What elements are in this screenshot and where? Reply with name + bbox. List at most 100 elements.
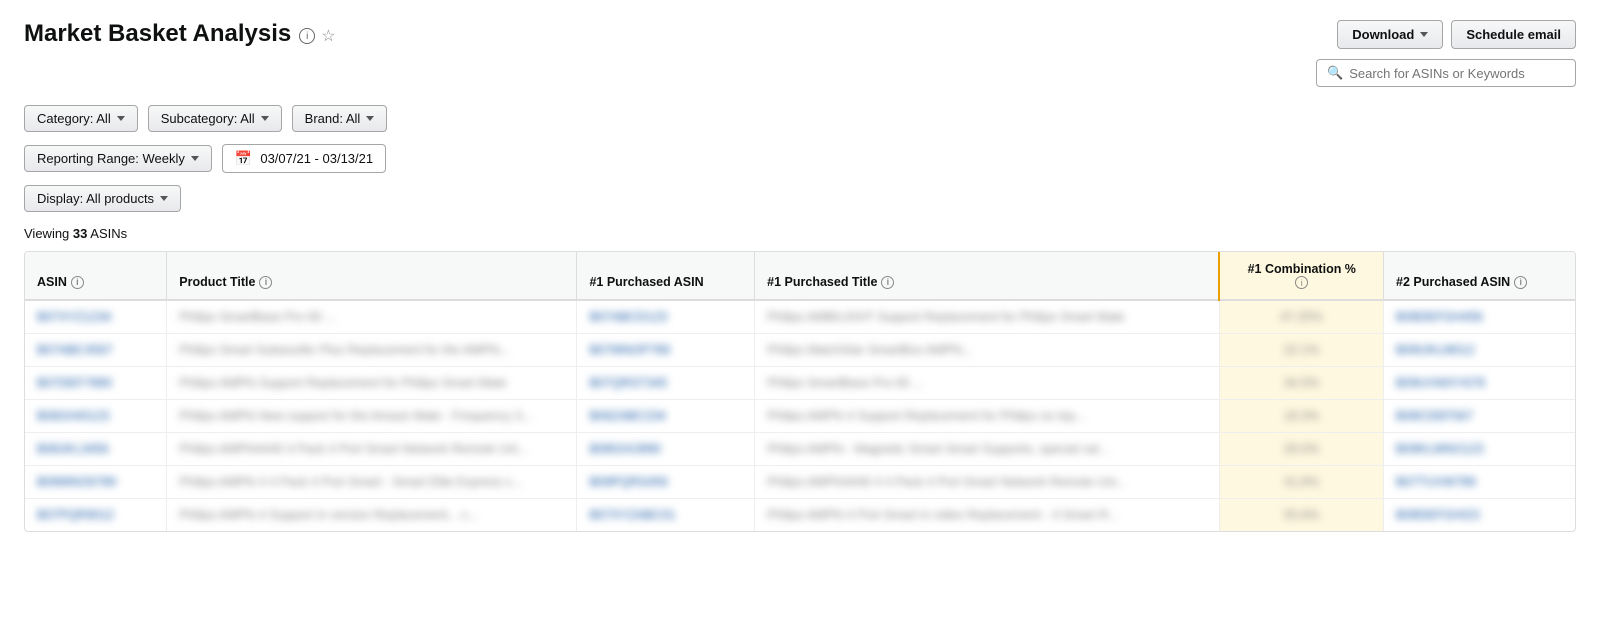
category-label: Category: All <box>37 111 111 126</box>
table-cell[interactable]: B08JKL3456 <box>25 433 167 466</box>
th-p1-combo-info-icon[interactable]: i <box>1295 276 1308 289</box>
subcategory-filter[interactable]: Subcategory: All <box>148 105 282 132</box>
th-p2-asin: #2 Purchased ASIN i <box>1384 252 1575 300</box>
table-cell: Philips AMPhi 4 Port Smart in video Repl… <box>755 499 1220 532</box>
info-icon[interactable]: i <box>299 28 315 44</box>
th-p1-title: #1 Purchased Title i <box>755 252 1220 300</box>
reporting-chevron-icon <box>191 156 199 161</box>
table-cell: Philips AMPhi4440 4 Pack 4 Port Smart Ne… <box>167 433 577 466</box>
display-filter[interactable]: Display: All products <box>24 185 181 212</box>
table-cell: Philips AMPhi New support for the Amaze … <box>167 400 577 433</box>
table-cell[interactable]: B07TUVW789 <box>1384 466 1575 499</box>
table-row: B08JKL3456Philips AMPhi4440 4 Pack 4 Por… <box>25 433 1575 466</box>
table-row: B07XYZ1234Philips SmartBase Pro 65 ...B0… <box>25 300 1575 334</box>
display-row: Display: All products <box>24 185 1576 212</box>
subcategory-chevron-icon <box>261 116 269 121</box>
table-row: B07DEF7890Philips AMPhi Support Replacem… <box>25 367 1575 400</box>
table-cell: Philips AMPhi 4 Support in version Repla… <box>167 499 577 532</box>
table-cell: Philips AMBILIGHT Support Replacement fo… <box>755 300 1220 334</box>
viewing-unit: ASINs <box>90 226 127 241</box>
page-title-area: Market Basket Analysis i ☆ <box>24 20 336 48</box>
th-asin-info-icon[interactable]: i <box>71 276 84 289</box>
search-icon: 🔍 <box>1327 65 1343 81</box>
page-title: Market Basket Analysis <box>24 20 291 48</box>
table-cell[interactable]: B07ABCD123 <box>577 300 755 334</box>
reporting-range-filter[interactable]: Reporting Range: Weekly <box>24 145 212 172</box>
display-label: Display: All products <box>37 191 154 206</box>
brand-chevron-icon <box>366 116 374 121</box>
header-actions: Download Schedule email 🔍 <box>1316 20 1576 87</box>
table-row: B07PQR9012Philips AMPhi 4 Support in ver… <box>25 499 1575 532</box>
table-cell[interactable]: B07PQR9012 <box>25 499 167 532</box>
filter-row-1: Category: All Subcategory: All Brand: Al… <box>24 105 1576 132</box>
table-cell[interactable]: B09IJKLM012 <box>1384 334 1575 367</box>
table-cell[interactable]: B06ZABC234 <box>577 400 755 433</box>
star-icon[interactable]: ☆ <box>321 26 335 46</box>
table-row: B09MNO6789Philips AMPhi 4 4 Pack 4 Port … <box>25 466 1575 499</box>
data-table: ASIN i Product Title i #1 Purchased ASIN <box>24 251 1576 532</box>
reporting-range-label: Reporting Range: Weekly <box>37 151 185 166</box>
table-cell: 41.8% <box>1219 466 1383 499</box>
th-p1-combo-label: #1 Combination % <box>1248 262 1356 276</box>
table-cell[interactable]: B07ABC4567 <box>25 334 167 367</box>
calendar-icon: 📅 <box>235 150 252 167</box>
th-p1-asin: #1 Purchased ASIN <box>577 252 755 300</box>
table-cell: 47.25% <box>1219 300 1383 334</box>
table-cell[interactable]: B07XYZ1234 <box>25 300 167 334</box>
th-asin: ASIN i <box>25 252 167 300</box>
table-cell[interactable]: B07DEF7890 <box>25 367 167 400</box>
category-filter[interactable]: Category: All <box>24 105 138 132</box>
th-p1-combo: #1 Combination % i <box>1219 252 1383 300</box>
table-cell: Philips AMPhi - Magnetic Smart Smart Sup… <box>755 433 1220 466</box>
table-cell[interactable]: B09MNO6789 <box>25 466 167 499</box>
display-chevron-icon <box>160 196 168 201</box>
table-cell: 18.3% <box>1219 400 1383 433</box>
title-icons: i ☆ <box>299 26 335 46</box>
header-buttons: Download Schedule email <box>1337 20 1576 49</box>
table-cell[interactable]: B09UVWXY678 <box>1384 367 1575 400</box>
schedule-email-label: Schedule email <box>1466 27 1561 42</box>
filter-row-2: Reporting Range: Weekly 📅 03/07/21 - 03/… <box>24 144 1576 173</box>
brand-filter[interactable]: Brand: All <box>292 105 388 132</box>
table-cell: Philips MatchStar SmartBox AMPhi... <box>755 334 1220 367</box>
table-body: B07XYZ1234Philips SmartBase Pro 65 ...B0… <box>25 300 1575 531</box>
search-input[interactable] <box>1349 66 1565 81</box>
category-chevron-icon <box>117 116 125 121</box>
download-label: Download <box>1352 27 1414 42</box>
viewing-number: 33 <box>73 226 87 241</box>
brand-label: Brand: All <box>305 111 361 126</box>
th-product-title-info-icon[interactable]: i <box>259 276 272 289</box>
table-header-row: ASIN i Product Title i #1 Purchased ASIN <box>25 252 1575 300</box>
table-cell[interactable]: B08CDEF567 <box>1384 400 1575 433</box>
th-p2-asin-info-icon[interactable]: i <box>1514 276 1527 289</box>
table-cell[interactable]: B08DEFGHI23 <box>1384 499 1575 532</box>
viewing-prefix: Viewing <box>24 226 69 241</box>
download-chevron-icon <box>1420 32 1428 37</box>
th-p1-asin-label: #1 Purchased ASIN <box>589 275 703 289</box>
th-p1-title-label: #1 Purchased Title <box>767 275 877 289</box>
th-product-title: Product Title i <box>167 252 577 300</box>
table-row: B06GHI0123Philips AMPhi New support for … <box>25 400 1575 433</box>
table-cell: 55.6% <box>1219 499 1383 532</box>
table-cell: Philips SmartBase Pro 65 ... <box>755 367 1220 400</box>
date-range-value: 03/07/21 - 03/13/21 <box>260 151 373 166</box>
download-button[interactable]: Download <box>1337 20 1443 49</box>
table-cell[interactable]: B06GHI0123 <box>25 400 167 433</box>
th-p1-title-info-icon[interactable]: i <box>881 276 894 289</box>
table-cell[interactable]: B09PQRS456 <box>577 466 755 499</box>
table-cell: Philips AMPhi 4 Support Replacement for … <box>755 400 1220 433</box>
table-cell[interactable]: B07XYZABC01 <box>577 499 755 532</box>
table-cell[interactable]: B08DEFGH456 <box>1384 300 1575 334</box>
table-cell[interactable]: B07QRST345 <box>577 367 755 400</box>
table-cell: Philips SmartBase Pro 65 ... <box>167 300 577 334</box>
table-cell[interactable]: B09KLMNO123 <box>1384 433 1575 466</box>
table-cell: Philips Smart Subwoofer Plus Replacement… <box>167 334 577 367</box>
page-header: Market Basket Analysis i ☆ Download Sche… <box>24 20 1576 87</box>
table-cell[interactable]: B08GHIJ890 <box>577 433 755 466</box>
th-p2-asin-label: #2 Purchased ASIN <box>1396 275 1510 289</box>
schedule-email-button[interactable]: Schedule email <box>1451 20 1576 49</box>
search-box: 🔍 <box>1316 59 1576 87</box>
table-cell[interactable]: B07MNOP789 <box>577 334 755 367</box>
date-range-picker[interactable]: 📅 03/07/21 - 03/13/21 <box>222 144 386 173</box>
table-row: B07ABC4567Philips Smart Subwoofer Plus R… <box>25 334 1575 367</box>
